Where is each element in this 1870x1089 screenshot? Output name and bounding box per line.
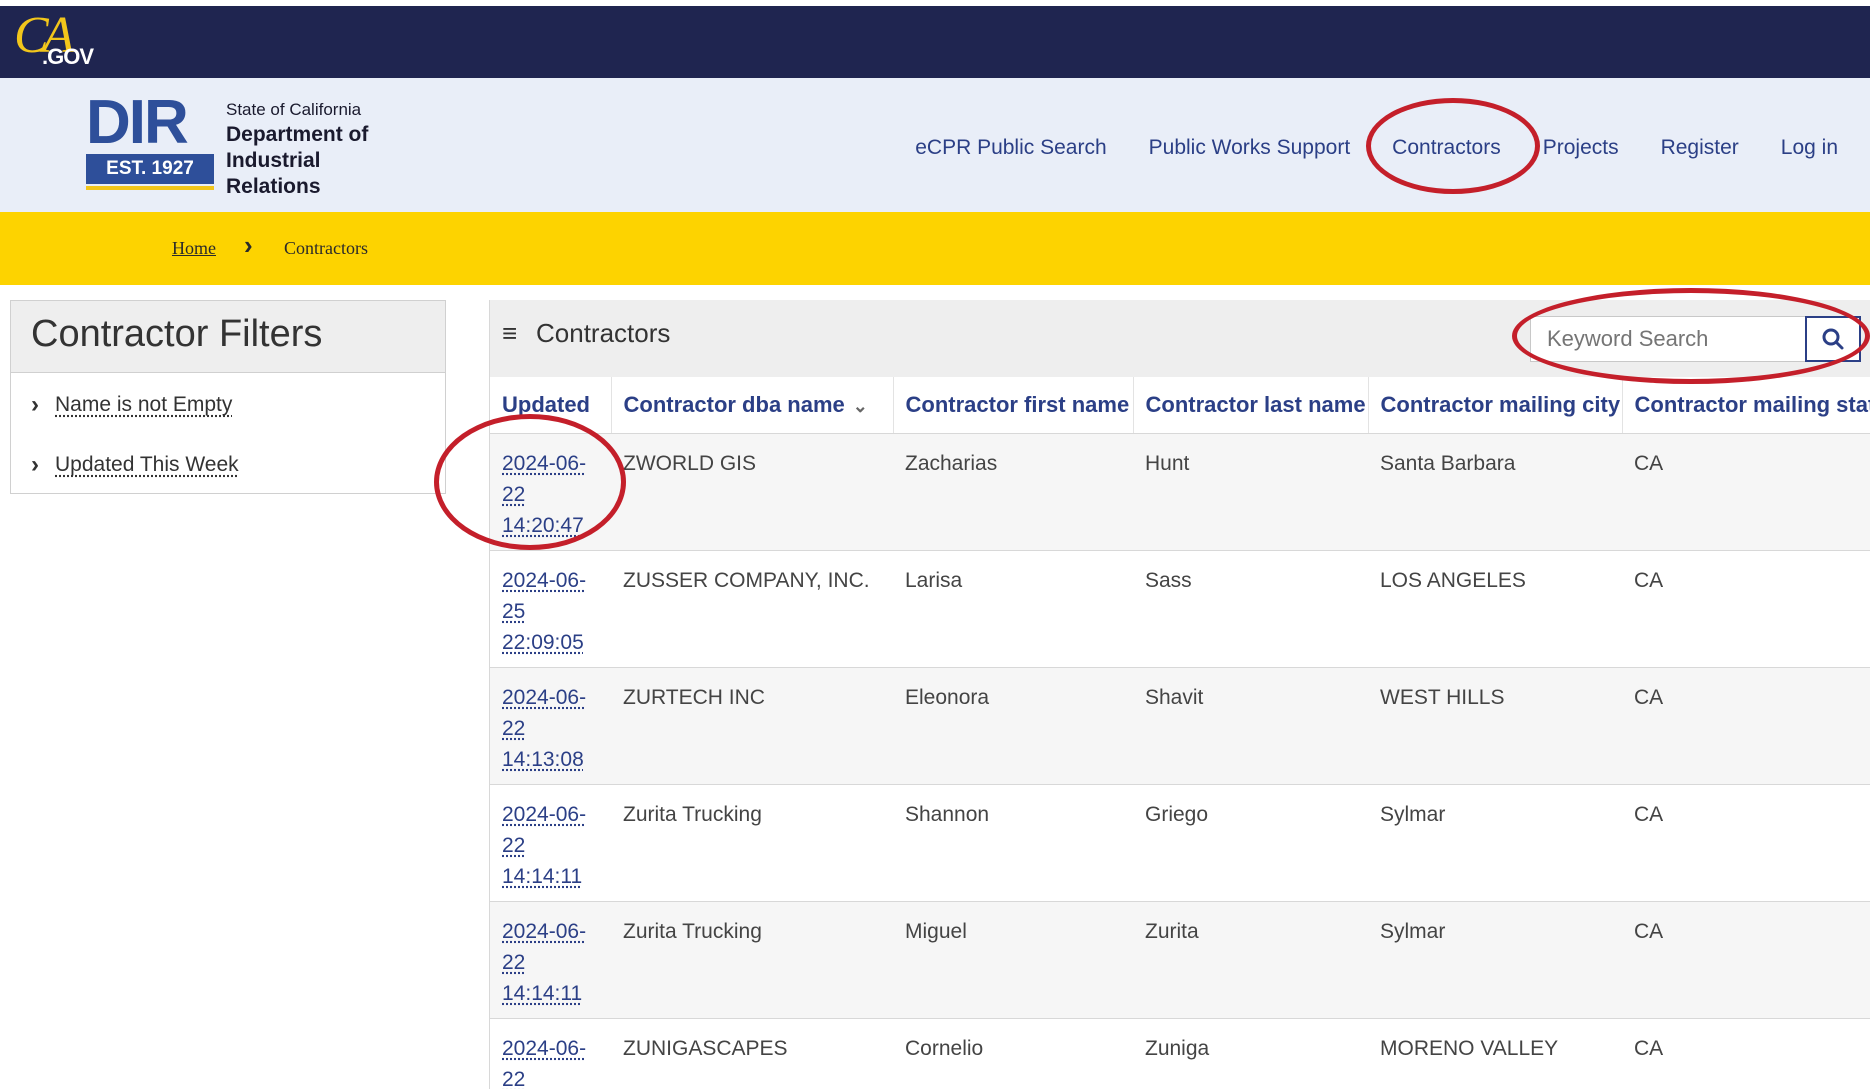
cell-state: CA	[1622, 1018, 1870, 1089]
nav-contractors[interactable]: Contractors	[1392, 136, 1501, 160]
cell-updated-link[interactable]: 2024-06-22 14:14:11	[490, 901, 611, 1019]
cell-last: Sass	[1133, 550, 1368, 668]
col-updated[interactable]: Updated	[490, 377, 611, 434]
cell-state: CA	[1622, 901, 1870, 1019]
col-dba-name[interactable]: Contractor dba name ⌄	[610, 377, 893, 434]
nav-projects[interactable]: Projects	[1543, 136, 1619, 160]
cell-city: LOS ANGELES	[1368, 550, 1622, 668]
col-first-name[interactable]: Contractor first name	[892, 377, 1133, 434]
dir-logo-word: DIR	[86, 88, 189, 157]
cell-updated-link[interactable]: 2024-06-22	[490, 1018, 611, 1089]
nav-ecpr-public-search[interactable]: eCPR Public Search	[915, 136, 1106, 160]
dir-logo-line2: Department of	[226, 123, 369, 146]
dir-logo-line3: Industrial Relations	[226, 149, 321, 198]
cell-city: Sylmar	[1368, 901, 1622, 1019]
keyword-search-input[interactable]	[1530, 316, 1820, 362]
cell-dba: Zurita Trucking	[611, 901, 893, 1019]
cell-last: Hunt	[1133, 433, 1368, 551]
cell-first: Shannon	[893, 784, 1133, 902]
table-header-row: Updated Contractor dba name ⌄ Contractor …	[490, 377, 1870, 434]
contractors-panel-title: Contractors	[536, 318, 671, 348]
cell-last: Griego	[1133, 784, 1368, 902]
search-icon	[1822, 328, 1844, 350]
col-dba-name-label: Contractor dba name	[623, 391, 845, 417]
cell-first: Cornelio	[893, 1018, 1133, 1089]
chevron-down-icon: ⌄	[852, 395, 868, 416]
contractors-table: Updated Contractor dba name ⌄ Contractor …	[490, 377, 1870, 1089]
cell-city: Santa Barbara	[1368, 433, 1622, 551]
cell-first: Zacharias	[893, 433, 1133, 551]
cell-updated-link[interactable]: 2024-06-25 22:09:05	[490, 550, 611, 668]
cell-dba: ZURTECH INC	[611, 667, 893, 785]
table-row: 2024-06-22 ZUNIGASCAPES Cornelio Zuniga …	[490, 1018, 1870, 1089]
table-row: 2024-06-22 14:13:08 ZURTECH INC Eleonora…	[490, 667, 1870, 785]
breadcrumb: Home › Contractors	[0, 212, 1870, 285]
ca-gov-logo[interactable]: CA .GOV	[12, 7, 102, 74]
cell-dba: ZWORLD GIS	[611, 433, 893, 551]
col-mailing-city[interactable]: Contractor mailing city	[1367, 377, 1622, 434]
cell-updated-link[interactable]: 2024-06-22 14:13:08	[490, 667, 611, 785]
chevron-right-icon: ›	[31, 451, 39, 478]
cell-first: Miguel	[893, 901, 1133, 1019]
contractor-filters-panel: Contractor Filters › Name is not Empty ›…	[10, 300, 446, 494]
dir-logo-est: EST. 1927	[86, 154, 214, 184]
cell-first: Larisa	[893, 550, 1133, 668]
cell-updated-link[interactable]: 2024-06-22 14:20:47	[490, 433, 611, 551]
cell-state: CA	[1622, 667, 1870, 785]
cell-last: Shavit	[1133, 667, 1368, 785]
filter-name-not-empty[interactable]: › Name is not Empty	[31, 391, 232, 419]
table-row: 2024-06-22 14:14:11 Zurita Trucking Shan…	[490, 784, 1870, 902]
cell-dba: Zurita Trucking	[611, 784, 893, 902]
cell-state: CA	[1622, 784, 1870, 902]
cell-dba: ZUNIGASCAPES	[611, 1018, 893, 1089]
nav-public-works-support[interactable]: Public Works Support	[1149, 136, 1351, 160]
dir-logo[interactable]: DIR EST. 1927 State of California Depart…	[86, 88, 396, 198]
filter-label: Name is not Empty	[55, 393, 233, 416]
cell-city: WEST HILLS	[1368, 667, 1622, 785]
main-nav: eCPR Public Search Public Works Support …	[873, 128, 1870, 168]
search-button[interactable]	[1805, 316, 1861, 362]
cell-last: Zurita	[1133, 901, 1368, 1019]
cell-city: Sylmar	[1368, 784, 1622, 902]
cell-state: CA	[1622, 550, 1870, 668]
cell-updated-link[interactable]: 2024-06-22 14:14:11	[490, 784, 611, 902]
dir-logo-stripe	[86, 186, 214, 190]
table-row: 2024-06-22 14:20:47 ZWORLD GIS Zacharias…	[490, 433, 1870, 551]
cell-first: Eleonora	[893, 667, 1133, 785]
cell-city: MORENO VALLEY	[1368, 1018, 1622, 1089]
contractors-panel: ≡ Contractors Updated Contractor dba nam…	[489, 300, 1870, 1089]
cell-state: CA	[1622, 433, 1870, 551]
nav-register[interactable]: Register	[1661, 136, 1739, 160]
gov-logo-text: .GOV	[42, 44, 94, 69]
cell-last: Zuniga	[1133, 1018, 1368, 1089]
breadcrumb-home[interactable]: Home	[172, 238, 216, 259]
filter-updated-this-week[interactable]: › Updated This Week	[31, 451, 239, 479]
site-header: DIR EST. 1927 State of California Depart…	[0, 78, 1870, 212]
state-top-bar: CA .GOV	[0, 0, 1870, 78]
dir-logo-text: State of California Department of Indust…	[226, 98, 406, 200]
col-last-name[interactable]: Contractor last name	[1132, 377, 1368, 434]
filter-label: Updated This Week	[55, 453, 239, 476]
breadcrumb-current: Contractors	[284, 238, 368, 258]
dir-logo-line1: State of California	[226, 100, 362, 119]
table-row: 2024-06-22 14:14:11 Zurita Trucking Migu…	[490, 901, 1870, 1019]
cell-dba: ZUSSER COMPANY, INC.	[611, 550, 893, 668]
filters-title: Contractor Filters	[11, 301, 445, 373]
chevron-right-icon: ›	[244, 230, 253, 260]
contractors-panel-header: ≡ Contractors	[490, 300, 1870, 377]
menu-icon[interactable]: ≡	[502, 318, 517, 349]
col-mailing-state[interactable]: Contractor mailing state	[1621, 377, 1870, 434]
nav-log-in[interactable]: Log in	[1781, 136, 1838, 160]
chevron-right-icon: ›	[31, 391, 39, 418]
table-row: 2024-06-25 22:09:05 ZUSSER COMPANY, INC.…	[490, 550, 1870, 668]
